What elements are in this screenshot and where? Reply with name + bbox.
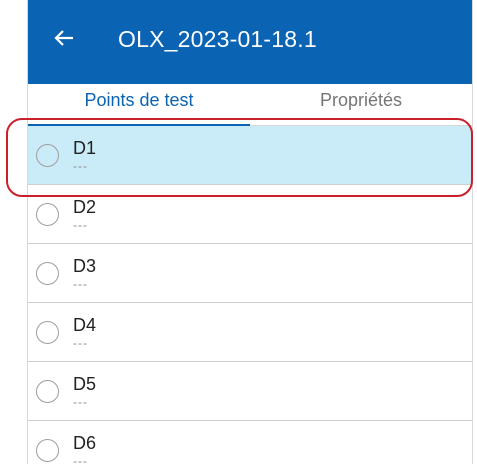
tab-test-points[interactable]: Points de test <box>28 84 250 125</box>
list-item-subtext: --- <box>73 336 88 350</box>
tab-properties[interactable]: Propriétés <box>250 84 472 125</box>
list-item-label: D3 <box>73 256 97 276</box>
list-item-subtext: --- <box>73 454 88 464</box>
tab-label: Points de test <box>84 90 194 110</box>
list-item[interactable]: D4 --- <box>28 303 472 362</box>
list-item-subtext: --- <box>73 218 88 232</box>
list-item[interactable]: D3 --- <box>28 244 472 303</box>
list-item[interactable]: D5 --- <box>28 362 472 421</box>
arrow-left-icon <box>54 30 73 46</box>
back-button[interactable] <box>50 24 78 52</box>
radio-button[interactable] <box>36 439 59 462</box>
list-item[interactable]: D6 --- <box>28 421 472 464</box>
list-item-label: D2 <box>73 197 97 217</box>
test-points-list: D1 --- D2 --- D3 --- D4 --- D5 --- D6 --… <box>28 126 472 464</box>
list-item-subtext: --- <box>73 277 88 291</box>
list-item-label: D6 <box>73 433 97 453</box>
list-item-label: D5 <box>73 374 97 394</box>
list-item-subtext: --- <box>73 395 88 409</box>
list-item-label: D1 <box>73 138 97 158</box>
list-item[interactable]: D2 --- <box>28 185 472 244</box>
app-window: OLX_2023-01-18.1 Points de test Propriét… <box>27 0 473 464</box>
list-item-subtext: --- <box>73 159 88 173</box>
list-item-label: D4 <box>73 315 97 335</box>
radio-button[interactable] <box>36 321 59 344</box>
radio-button[interactable] <box>36 203 59 226</box>
radio-button[interactable] <box>36 144 59 167</box>
tab-label: Propriétés <box>319 90 403 110</box>
app-bar: OLX_2023-01-18.1 <box>28 0 472 84</box>
radio-button[interactable] <box>36 262 59 285</box>
page-title: OLX_2023-01-18.1 <box>118 26 317 52</box>
list-item[interactable]: D1 --- <box>28 126 472 185</box>
tab-bar: Points de test Propriétés <box>28 84 472 126</box>
radio-button[interactable] <box>36 380 59 403</box>
